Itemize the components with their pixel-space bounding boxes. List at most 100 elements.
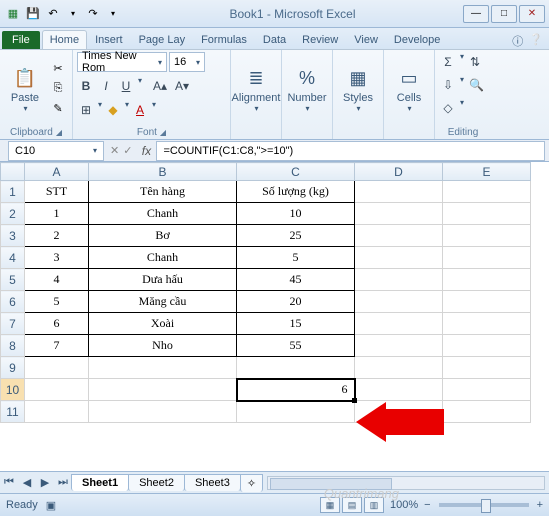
sheet-tab-2[interactable]: Sheet2: [128, 474, 185, 491]
cell[interactable]: 25: [237, 225, 355, 247]
cell[interactable]: 10: [237, 203, 355, 225]
tab-insert[interactable]: Insert: [87, 30, 131, 49]
find-button[interactable]: 🔍: [466, 75, 487, 95]
sheet-nav-prev[interactable]: ◀: [18, 476, 36, 489]
cell[interactable]: 55: [237, 335, 355, 357]
cell[interactable]: Chanh: [89, 247, 237, 269]
cell[interactable]: [355, 335, 443, 357]
cell[interactable]: Tên hàng: [89, 181, 237, 203]
italic-button[interactable]: I: [97, 76, 115, 96]
cell[interactable]: Chanh: [89, 203, 237, 225]
row-header[interactable]: 6: [1, 291, 25, 313]
font-name-combo[interactable]: Times New Rom▾: [77, 52, 167, 72]
cell[interactable]: [443, 181, 531, 203]
cell[interactable]: Dưa hấu: [89, 269, 237, 291]
select-all-corner[interactable]: [1, 163, 25, 181]
cell[interactable]: 15: [237, 313, 355, 335]
clear-button[interactable]: ◇: [439, 98, 457, 118]
cell[interactable]: [89, 357, 237, 379]
cell[interactable]: 45: [237, 269, 355, 291]
cell[interactable]: [355, 247, 443, 269]
zoom-level[interactable]: 100%: [390, 499, 418, 511]
cell[interactable]: 2: [25, 225, 89, 247]
cell[interactable]: [25, 357, 89, 379]
font-color-button[interactable]: A: [131, 100, 149, 120]
cell[interactable]: [443, 401, 531, 423]
bold-button[interactable]: B: [77, 76, 95, 96]
undo-icon[interactable]: ↶: [44, 5, 62, 23]
row-header[interactable]: 7: [1, 313, 25, 335]
border-button[interactable]: ⊞: [77, 100, 95, 120]
cell[interactable]: Bơ: [89, 225, 237, 247]
paste-button[interactable]: 📋 Paste ▾: [4, 62, 46, 115]
close-button[interactable]: ✕: [519, 5, 545, 23]
cell[interactable]: [237, 357, 355, 379]
save-icon[interactable]: 💾: [24, 5, 42, 23]
formula-input[interactable]: =COUNTIF(C1:C8,">=10"): [156, 141, 545, 161]
cell[interactable]: STT: [25, 181, 89, 203]
cell[interactable]: 5: [25, 291, 89, 313]
new-sheet-button[interactable]: ✧: [240, 474, 263, 492]
tab-review[interactable]: Review: [294, 30, 346, 49]
col-header-a[interactable]: A: [25, 163, 89, 181]
cell[interactable]: [443, 291, 531, 313]
tab-file[interactable]: File: [2, 31, 40, 49]
cut-button[interactable]: ✂: [48, 60, 68, 78]
styles-button[interactable]: ▦Styles▾: [337, 62, 379, 115]
cell[interactable]: [443, 313, 531, 335]
minimize-ribbon-icon[interactable]: ⓘ: [512, 33, 523, 49]
shrink-font-button[interactable]: A▾: [172, 76, 192, 96]
cell[interactable]: [355, 225, 443, 247]
fill-color-button[interactable]: ◆: [104, 100, 122, 120]
autosum-button[interactable]: Σ: [439, 52, 457, 72]
font-size-combo[interactable]: 16▾: [169, 52, 205, 72]
enter-formula-icon[interactable]: ✓: [123, 144, 132, 157]
cell[interactable]: [443, 357, 531, 379]
row-header[interactable]: 5: [1, 269, 25, 291]
sheet-nav-first[interactable]: ⏮: [0, 476, 18, 489]
redo-icon[interactable]: ↷: [84, 5, 102, 23]
fill-button[interactable]: ⇩: [439, 75, 457, 95]
row-header[interactable]: 3: [1, 225, 25, 247]
cell[interactable]: [443, 379, 531, 401]
cell[interactable]: 4: [25, 269, 89, 291]
col-header-d[interactable]: D: [355, 163, 443, 181]
sheet-nav-last[interactable]: ⏭: [54, 476, 72, 489]
tab-formulas[interactable]: Formulas: [193, 30, 255, 49]
cell[interactable]: 6: [25, 313, 89, 335]
worksheet-grid[interactable]: A B C D E 1 STT Tên hàng Số lượng (kg) 2…: [0, 162, 549, 472]
cell[interactable]: [355, 379, 443, 401]
cell[interactable]: [25, 379, 89, 401]
zoom-slider[interactable]: [439, 503, 529, 507]
tab-view[interactable]: View: [346, 30, 386, 49]
cell[interactable]: Nho: [89, 335, 237, 357]
zoom-in-button[interactable]: +: [537, 499, 543, 511]
sheet-nav-next[interactable]: ▶: [36, 476, 54, 489]
underline-button[interactable]: U: [117, 76, 135, 96]
tab-page-layout[interactable]: Page Lay: [131, 30, 193, 49]
name-box[interactable]: C10▾: [8, 141, 104, 161]
view-layout-button[interactable]: ▤: [342, 497, 362, 513]
cell[interactable]: [443, 225, 531, 247]
tab-data[interactable]: Data: [255, 30, 294, 49]
cell[interactable]: 1: [25, 203, 89, 225]
minimize-button[interactable]: —: [463, 5, 489, 23]
row-header[interactable]: 10: [1, 379, 25, 401]
col-header-c[interactable]: C: [237, 163, 355, 181]
help-icon[interactable]: ❔: [529, 33, 543, 49]
view-break-button[interactable]: ▥: [364, 497, 384, 513]
cell[interactable]: [25, 401, 89, 423]
zoom-out-button[interactable]: −: [424, 499, 430, 511]
row-header[interactable]: 1: [1, 181, 25, 203]
cell[interactable]: [355, 291, 443, 313]
cell[interactable]: 3: [25, 247, 89, 269]
col-header-b[interactable]: B: [89, 163, 237, 181]
cell[interactable]: [443, 335, 531, 357]
cell[interactable]: [355, 203, 443, 225]
selected-cell[interactable]: 6: [237, 379, 355, 401]
sheet-tab-1[interactable]: Sheet1: [71, 474, 129, 491]
cell[interactable]: Số lượng (kg): [237, 181, 355, 203]
tab-developer[interactable]: Develope: [386, 30, 448, 49]
cell[interactable]: 5: [237, 247, 355, 269]
tab-home[interactable]: Home: [42, 30, 87, 49]
